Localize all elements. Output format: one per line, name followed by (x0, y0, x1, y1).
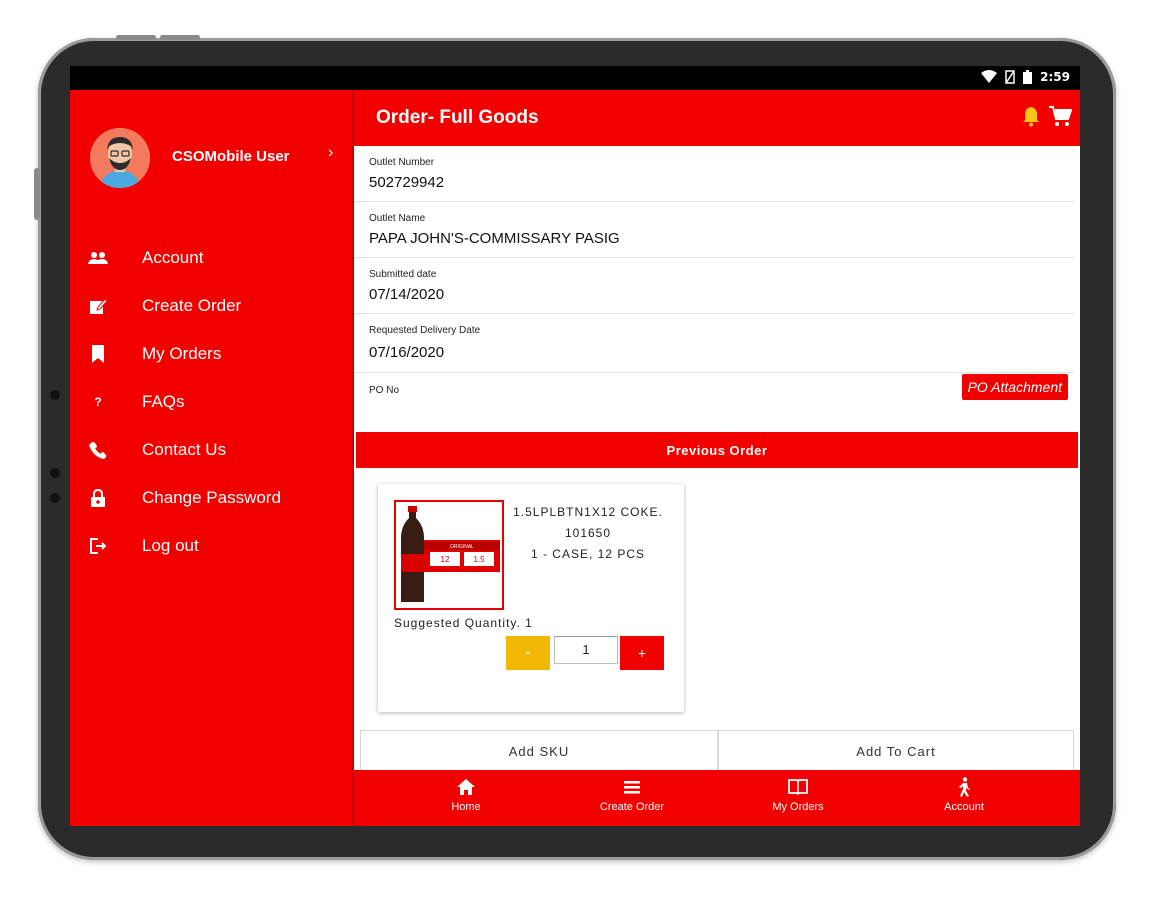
status-time: 2:59 (1040, 70, 1070, 84)
sensor-dot (50, 468, 60, 478)
volume-button (34, 168, 40, 220)
submitted-date-value: 07/14/2020 (369, 286, 445, 303)
bookmark-icon (88, 344, 108, 364)
field-label: Outlet Name (369, 213, 426, 224)
drawer-item-label: FAQs (142, 392, 185, 411)
signal-icon (1005, 70, 1015, 84)
walking-person-icon (904, 776, 1024, 798)
users-icon (88, 248, 108, 268)
outlet-number-field: Outlet Number 502729942 (354, 146, 1074, 202)
delivery-date-value: 07/16/2020 (369, 344, 445, 361)
lock-icon (88, 488, 108, 508)
po-no-field[interactable]: PO No PO Attachment (354, 374, 1074, 430)
nav-label: Account (944, 801, 984, 813)
image-band-text: ORIGINAL (450, 544, 474, 550)
decrease-quantity-button[interactable]: - (506, 636, 550, 670)
product-description: 1.5LPLBTN1X12 COKE. 101650 1 - CASE, 12 … (506, 502, 670, 565)
field-label: Requested Delivery Date (369, 325, 481, 336)
product-code: 101650 (564, 526, 612, 540)
product-card: ORIGINAL 12 1.5 1.5LPLBTN1X12 COKE. 1016… (378, 484, 684, 712)
po-attachment-button[interactable]: PO Attachment (961, 374, 1068, 400)
drawer-item-faqs[interactable]: ? FAQs (70, 378, 352, 426)
edit-icon (88, 296, 108, 316)
delivery-date-field[interactable]: Requested Delivery Date 07/16/2020 (354, 314, 1074, 373)
outlet-number-value: 502729942 (369, 174, 445, 191)
increase-quantity-button[interactable]: + (620, 636, 664, 670)
drawer-item-label: Account (142, 248, 204, 267)
nav-label: Home (451, 801, 481, 813)
navigation-drawer: CSOMobile User › Account Create Order My… (70, 90, 354, 826)
drawer-item-label: Contact Us (142, 440, 227, 459)
image-size-text: 1.5 (473, 555, 485, 564)
question-icon: ? (94, 395, 102, 409)
sensor-dot (50, 390, 60, 400)
field-label: Submitted date (369, 269, 437, 280)
book-icon (738, 776, 858, 798)
bell-icon[interactable] (1020, 105, 1042, 127)
drawer-item-label: My Orders (142, 344, 222, 363)
app-bar: Order- Full Goods (354, 90, 1080, 146)
add-sku-button[interactable]: Add SKU (360, 730, 718, 772)
phone-icon (88, 440, 108, 460)
drawer-item-my-orders[interactable]: My Orders (70, 330, 352, 378)
order-screen: Order- Full Goods Outlet Number 50272994… (354, 90, 1080, 826)
status-bar: 2:59 (70, 66, 1080, 90)
cart-icon[interactable] (1048, 105, 1072, 127)
image-count-text: 12 (441, 555, 450, 564)
field-label: PO No (369, 385, 400, 396)
drawer-item-label: Create Order (142, 296, 242, 315)
submitted-date-field: Submitted date 07/14/2020 (354, 258, 1074, 314)
drawer-item-label: Change Password (142, 488, 281, 507)
sensor-dot (50, 493, 60, 503)
nav-home[interactable]: Home (406, 776, 526, 813)
suggested-quantity: Suggested Quantity. 1 (394, 616, 533, 630)
screen: 2:59 CSOMobile User › Account Create Ord… (70, 66, 1080, 826)
drawer-item-label: Log out (142, 536, 199, 555)
drawer-menu: Account Create Order My Orders ? FAQs Co… (70, 234, 352, 570)
field-label: Outlet Number (369, 157, 435, 168)
nav-create-order[interactable]: Create Order (572, 776, 692, 813)
product-image: ORIGINAL 12 1.5 (394, 500, 504, 610)
previous-order-button[interactable]: Previous Order (356, 432, 1078, 468)
drawer-item-change-password[interactable]: Change Password (70, 474, 352, 522)
battery-icon (1023, 70, 1033, 84)
power-button-top-2 (160, 35, 200, 40)
user-name[interactable]: CSOMobile User (172, 148, 290, 165)
nav-my-orders[interactable]: My Orders (738, 776, 858, 813)
quantity-input[interactable]: 1 (554, 636, 618, 664)
nav-label: My Orders (772, 801, 824, 813)
bottom-navigation: Home Create Order My Orders Account (354, 770, 1080, 826)
outlet-name-value: PAPA JOHN'S-COMMISSARY PASIG (369, 230, 620, 247)
home-icon (406, 776, 526, 798)
power-button-top (116, 35, 156, 40)
outlet-name-field: Outlet Name PAPA JOHN'S-COMMISSARY PASIG (354, 202, 1074, 258)
add-to-cart-button[interactable]: Add To Cart (718, 730, 1074, 772)
nav-account[interactable]: Account (904, 776, 1024, 813)
wifi-icon (981, 70, 998, 83)
list-icon (572, 776, 692, 798)
drawer-item-create-order[interactable]: Create Order (70, 282, 352, 330)
drawer-item-account[interactable]: Account (70, 234, 352, 282)
nav-label: Create Order (599, 801, 665, 813)
chevron-right-icon[interactable]: › (328, 144, 333, 162)
avatar[interactable] (90, 128, 150, 188)
drawer-item-contact-us[interactable]: Contact Us (70, 426, 352, 474)
page-title: Order- Full Goods (376, 107, 539, 128)
drawer-item-log-out[interactable]: Log out (70, 522, 352, 570)
logout-icon (88, 536, 108, 556)
product-name: 1.5LPLBTN1X12 COKE. (513, 505, 663, 519)
product-pack: 1 - CASE, 12 PCS (530, 547, 646, 561)
